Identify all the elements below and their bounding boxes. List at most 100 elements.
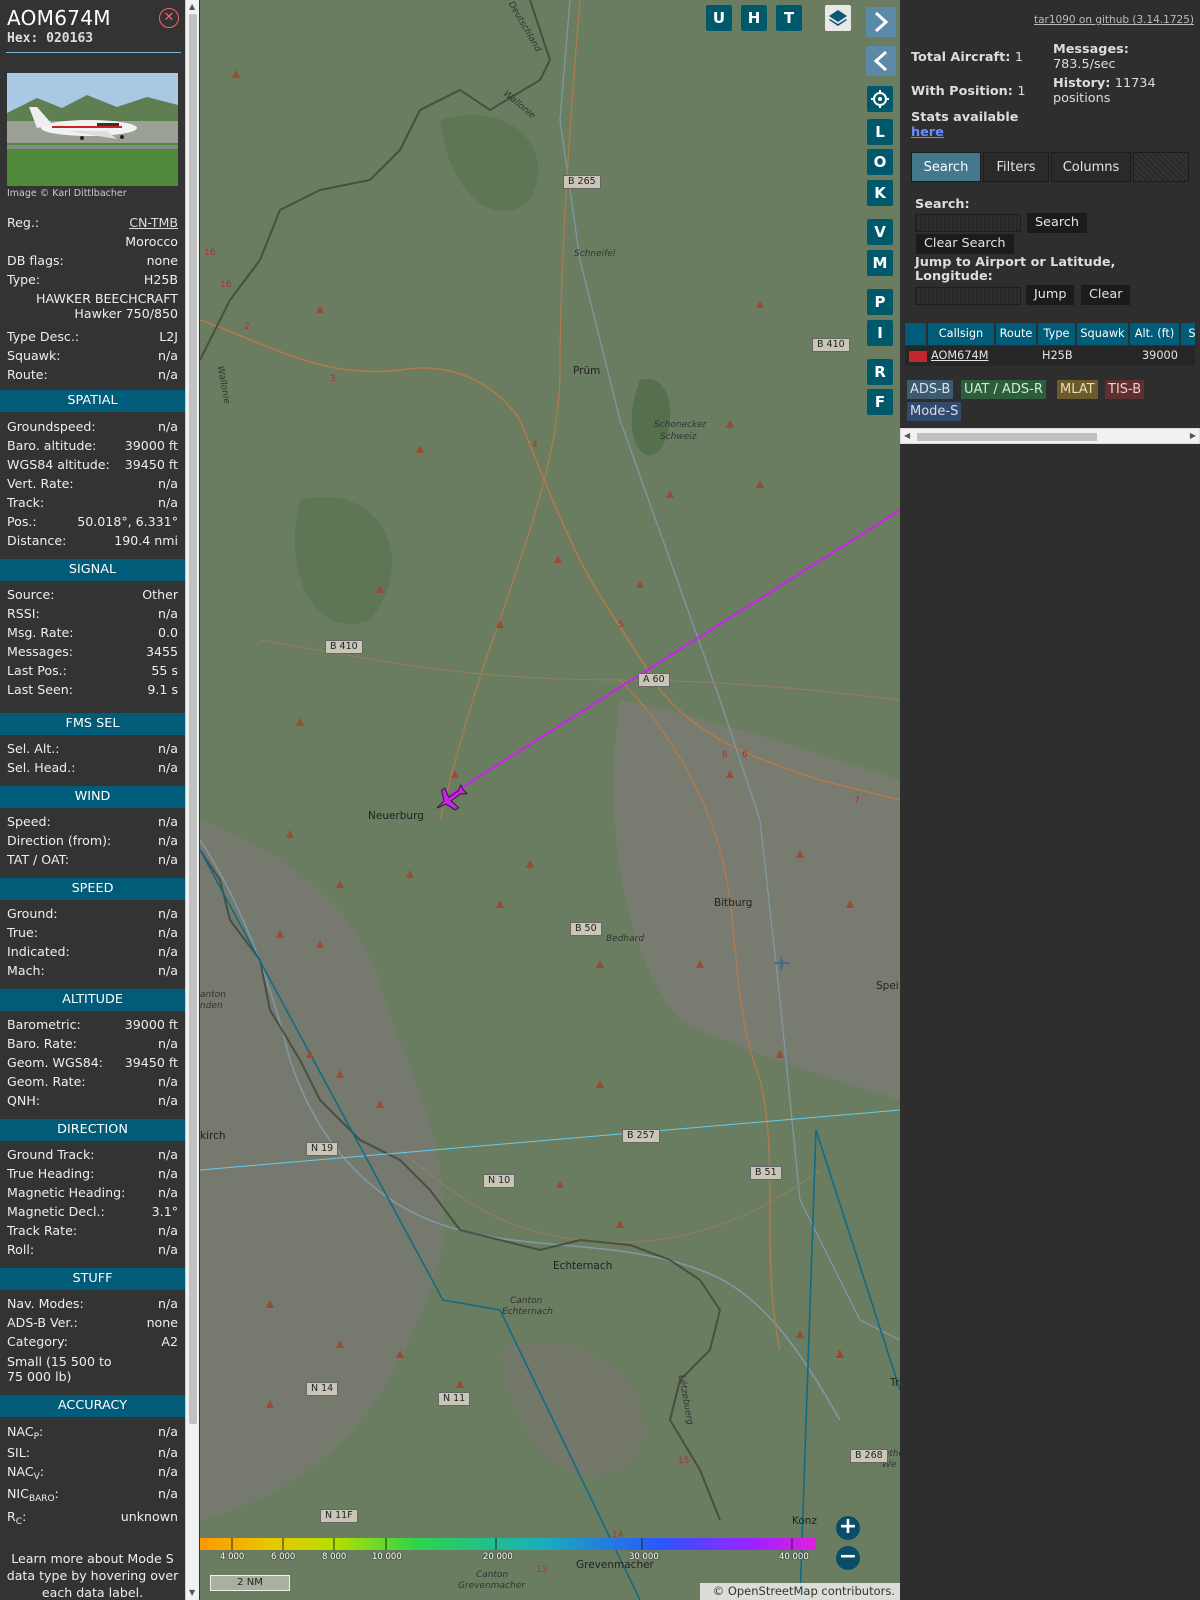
aircraft-photo[interactable] [7, 73, 178, 186]
close-icon[interactable]: ✕ [159, 8, 179, 28]
reg-link[interactable]: CN-TMB [129, 215, 178, 230]
map-button-t[interactable]: T [776, 5, 802, 31]
jump-button[interactable]: Jump [1026, 285, 1075, 305]
map-button-l[interactable]: L [867, 119, 893, 145]
scroll-left-icon[interactable]: ◀ [904, 431, 910, 440]
road-badge-n19: N 19 [306, 1142, 339, 1156]
altitude-tick: 8 000 [322, 1552, 347, 1562]
direction-row-value: n/a [158, 1166, 178, 1181]
table-header-flag[interactable] [905, 323, 927, 345]
history-unit: positions [1053, 91, 1111, 106]
speed-row-value: n/a [158, 906, 178, 921]
section-stuff[interactable]: STUFF [0, 1268, 185, 1290]
map-button-u[interactable]: U [706, 5, 732, 31]
spatial-row-label: Track: [7, 495, 45, 510]
selected-aircraft-icon[interactable] [432, 784, 468, 814]
zoom-out-button[interactable]: − [836, 1546, 860, 1570]
stats-here-link[interactable]: here [911, 125, 944, 140]
table-header-speed[interactable]: Sp [1181, 323, 1195, 345]
row-callsign[interactable]: AOM674M [931, 346, 988, 366]
clear-search-button[interactable]: Clear Search [916, 234, 1014, 254]
scroll-right-icon[interactable]: ▶ [1190, 431, 1196, 440]
reg-label: Reg.: [7, 215, 40, 230]
layers-button[interactable] [825, 5, 851, 31]
stuff-row: ADS-B Ver.: none [7, 1315, 178, 1333]
map-button-p[interactable]: P [867, 289, 893, 315]
road-badge-b410-east: B 410 [812, 338, 850, 352]
map-button-r[interactable]: R [867, 359, 893, 385]
tab-filters[interactable]: Filters [983, 152, 1049, 182]
altitude-tick: 4 000 [220, 1552, 245, 1562]
altitude-row-value: n/a [158, 1074, 178, 1089]
section-spatial[interactable]: SPATIAL [0, 390, 185, 412]
road-badge-b265: B 265 [563, 175, 601, 189]
table-header-callsign[interactable]: Callsign [928, 323, 995, 345]
map-button-h[interactable]: H [741, 5, 767, 31]
nacv-label: NACV: [7, 1464, 45, 1482]
map-base-layer [200, 0, 900, 1600]
table-header-type[interactable]: Type [1038, 323, 1076, 345]
tab-columns[interactable]: Columns [1051, 152, 1131, 182]
map-button-o[interactable]: O [867, 149, 893, 175]
badge-mlat: MLAT [1057, 380, 1098, 399]
expand-sidebar-button[interactable] [866, 7, 896, 37]
scrollbar-thumb[interactable] [917, 433, 1097, 441]
nic-value: n/a [158, 1486, 178, 1501]
badge-uat-ads-r: UAT / ADS-R [961, 380, 1046, 399]
map-attribution[interactable]: © OpenStreetMap contributors. [700, 1583, 900, 1600]
map-button-v[interactable]: V [867, 219, 893, 245]
road-number: 4 [532, 440, 538, 450]
footnote-line-1: Learn more about Mode S [11, 1551, 174, 1566]
country-row: Morocco [7, 234, 178, 252]
map-label-canton-grevenmacher-1: Canton [476, 1570, 509, 1580]
map-button-i[interactable]: I [867, 320, 893, 346]
jump-input[interactable] [915, 287, 1021, 305]
morocco-flag-icon [909, 351, 927, 362]
layers-icon [829, 10, 847, 26]
signal-row-value: 0.0 [157, 625, 178, 640]
section-speed[interactable]: SPEED [0, 878, 185, 900]
signal-row-label: Messages: [7, 644, 74, 659]
map-button-m[interactable]: M [867, 250, 893, 276]
map-label-schweiz: Schweiz [660, 432, 697, 442]
direction-row: Ground Track: n/a [7, 1147, 178, 1165]
table-row[interactable]: AOM674M H25B 39000 [905, 346, 1195, 366]
table-header-squawk[interactable]: Squawk [1077, 323, 1129, 345]
table-header-altitude[interactable]: Alt. (ft) [1130, 323, 1180, 345]
altitude-row-label: Geom. Rate: [7, 1074, 86, 1089]
scrollbar-thumb[interactable] [189, 14, 197, 1424]
scroll-up-icon[interactable]: ▲ [189, 2, 195, 11]
table-header-route[interactable]: Route [996, 323, 1037, 345]
map-view[interactable]: Prüm Neuerburg Bitburg Echternach Greven… [200, 0, 900, 1600]
zoom-in-button[interactable]: + [836, 1516, 860, 1540]
section-fms-sel[interactable]: FMS SEL [0, 713, 185, 735]
table-horizontal-scrollbar[interactable]: ◀ ▶ [900, 428, 1200, 444]
road-number: 5 [618, 620, 624, 630]
signal-row-label: Last Seen: [7, 682, 73, 697]
stuff-row-label: ADS-B Ver.: [7, 1315, 78, 1330]
section-direction[interactable]: DIRECTION [0, 1119, 185, 1141]
map-button-f[interactable]: F [867, 389, 893, 415]
section-altitude[interactable]: ALTITUDE [0, 989, 185, 1011]
github-link[interactable]: tar1090 on github (3.14.1725) [1034, 14, 1194, 26]
search-input[interactable] [915, 214, 1021, 232]
history-label: History: [1053, 76, 1111, 91]
settings-button[interactable] [867, 86, 893, 112]
section-wind[interactable]: WIND [0, 786, 185, 808]
road-number: 14 [612, 1530, 624, 1540]
section-accuracy[interactable]: ACCURACY [0, 1395, 185, 1417]
map-label-canton-echternach-1: Canton [510, 1296, 543, 1306]
search-button[interactable]: Search [1027, 213, 1087, 233]
scroll-down-icon[interactable]: ▼ [189, 1588, 195, 1597]
tab-extra[interactable] [1133, 152, 1189, 182]
collapse-sidebar-button[interactable] [866, 46, 896, 76]
map-button-k[interactable]: K [867, 180, 893, 206]
clear-button[interactable]: Clear [1081, 285, 1131, 305]
direction-row-label: Magnetic Heading: [7, 1185, 126, 1200]
section-signal[interactable]: SIGNAL [0, 559, 185, 581]
tab-search[interactable]: Search [911, 152, 981, 182]
info-panel-scrollbar[interactable]: ▲ ▼ [185, 0, 199, 1600]
altitude-tick: 10 000 [372, 1552, 402, 1562]
road-badge-n11f: N 11F [320, 1509, 358, 1523]
direction-row-label: Roll: [7, 1242, 35, 1257]
